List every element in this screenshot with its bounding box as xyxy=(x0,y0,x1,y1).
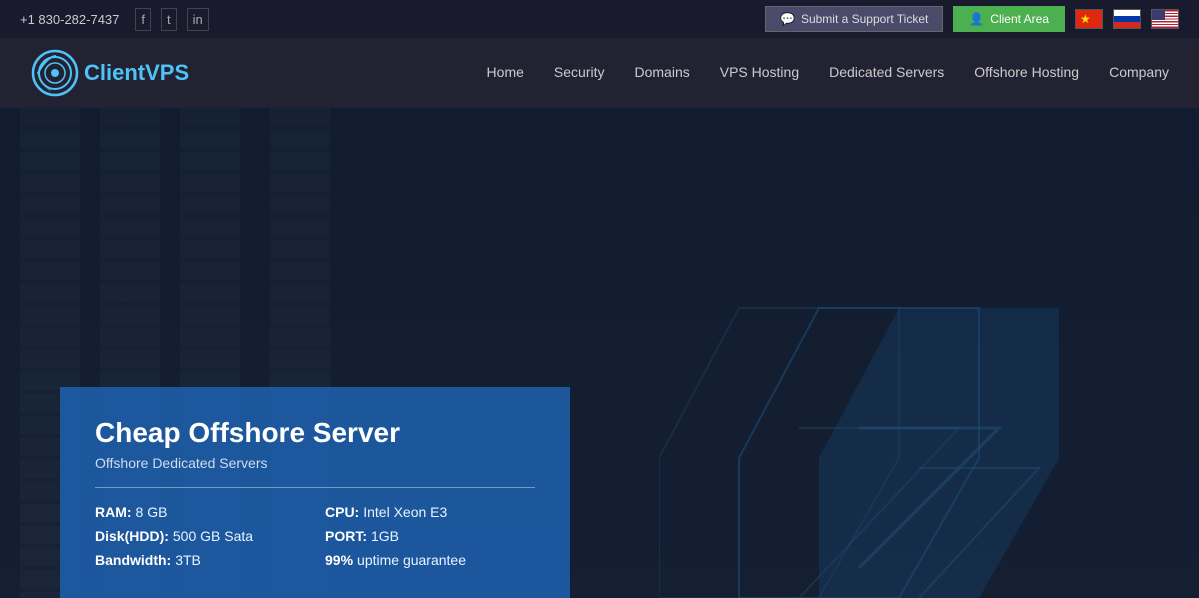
spec-uptime-label: 99% xyxy=(325,552,353,568)
spec-ram-value: 8 GB xyxy=(136,504,168,520)
spec-port-value: 1GB xyxy=(371,528,399,544)
nav-link-home[interactable]: Home xyxy=(487,64,524,80)
nav-item-dedicated[interactable]: Dedicated Servers xyxy=(829,64,944,82)
facebook-icon[interactable]: f xyxy=(135,8,151,31)
nav-item-security[interactable]: Security xyxy=(554,64,605,82)
nav-item-home[interactable]: Home xyxy=(487,64,524,82)
logo-prefix: Client xyxy=(84,60,145,85)
info-card: Cheap Offshore Server Offshore Dedicated… xyxy=(60,387,570,598)
nav-link-security[interactable]: Security xyxy=(554,64,605,80)
spec-ram: RAM: 8 GB xyxy=(95,504,305,520)
card-divider xyxy=(95,487,535,488)
nav-link-dedicated[interactable]: Dedicated Servers xyxy=(829,64,944,80)
spec-disk-value: 500 GB Sata xyxy=(173,528,253,544)
user-icon: 👤 xyxy=(969,12,984,26)
top-bar-left: +1 830-282-7437 f t in xyxy=(20,8,209,31)
logo-text: ClientVPS xyxy=(84,60,189,86)
top-bar-right: 💬 Submit a Support Ticket 👤 Client Area xyxy=(765,6,1179,32)
nav-link-domains[interactable]: Domains xyxy=(634,64,689,80)
spec-ram-label: RAM: xyxy=(95,504,132,520)
spec-cpu-label: CPU: xyxy=(325,504,359,520)
card-title: Cheap Offshore Server xyxy=(95,417,535,449)
chat-icon: 💬 xyxy=(780,12,795,26)
spec-disk-label: Disk(HDD): xyxy=(95,528,169,544)
nav-link-offshore[interactable]: Offshore Hosting xyxy=(974,64,1079,80)
support-ticket-button[interactable]: 💬 Submit a Support Ticket xyxy=(765,6,943,32)
spec-bandwidth: Bandwidth: 3TB xyxy=(95,552,305,568)
logo-suffix: VPS xyxy=(145,60,189,85)
spec-port: PORT: 1GB xyxy=(325,528,535,544)
flag-russia[interactable] xyxy=(1113,9,1141,29)
hero-section: Cheap Offshore Server Offshore Dedicated… xyxy=(0,108,1199,598)
spec-port-label: PORT: xyxy=(325,528,367,544)
flag-usa[interactable] xyxy=(1151,9,1179,29)
spec-cpu: CPU: Intel Xeon E3 xyxy=(325,504,535,520)
phone-number: +1 830-282-7437 xyxy=(20,12,119,27)
top-bar: +1 830-282-7437 f t in 💬 Submit a Suppor… xyxy=(0,0,1199,38)
social-icons: f t in xyxy=(135,8,208,31)
spec-disk: Disk(HDD): 500 GB Sata xyxy=(95,528,305,544)
spec-cpu-value: Intel Xeon E3 xyxy=(363,504,447,520)
nav-link-vps[interactable]: VPS Hosting xyxy=(720,64,799,80)
twitter-icon[interactable]: t xyxy=(161,8,177,31)
spec-bandwidth-value: 3TB xyxy=(175,552,201,568)
nav-item-company[interactable]: Company xyxy=(1109,64,1169,82)
logo-icon xyxy=(30,48,80,98)
spec-bandwidth-label: Bandwidth: xyxy=(95,552,171,568)
card-specs: RAM: 8 GB CPU: Intel Xeon E3 Disk(HDD): … xyxy=(95,504,535,568)
spec-uptime: 99% uptime guarantee xyxy=(325,552,535,568)
logo[interactable]: ClientVPS xyxy=(30,48,189,98)
nav-links: Home Security Domains VPS Hosting Dedica… xyxy=(487,64,1169,82)
flag-china[interactable] xyxy=(1075,9,1103,29)
card-subtitle: Offshore Dedicated Servers xyxy=(95,455,535,471)
nav-item-vps[interactable]: VPS Hosting xyxy=(720,64,799,82)
nav-item-domains[interactable]: Domains xyxy=(634,64,689,82)
nav-item-offshore[interactable]: Offshore Hosting xyxy=(974,64,1079,82)
nav-bar: ClientVPS Home Security Domains VPS Host… xyxy=(0,38,1199,108)
linkedin-icon[interactable]: in xyxy=(187,8,209,31)
client-area-button[interactable]: 👤 Client Area xyxy=(953,6,1065,32)
spec-uptime-value: uptime guarantee xyxy=(357,552,466,568)
nav-link-company[interactable]: Company xyxy=(1109,64,1169,80)
